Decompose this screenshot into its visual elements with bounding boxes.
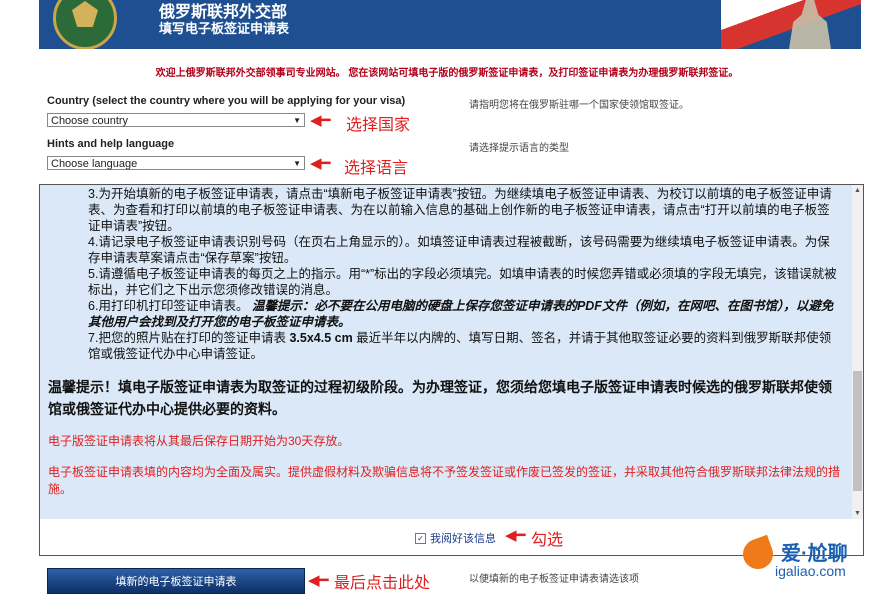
country-select[interactable]: Choose country ▼ — [47, 113, 305, 127]
list-item: 7.把您的照片贴在打印的签证申请表 3.5x4.5 cm 最近半年以内牌的、填写… — [88, 331, 832, 361]
dropdown-arrow-icon: ▼ — [293, 116, 301, 125]
language-select-value: Choose language — [51, 158, 138, 170]
list-item: 3.为开始填新的电子板签证申请表，请点击“填新电子板签证申请表”按钮。为继续填电… — [88, 187, 832, 233]
submit-hint: 以便填新的电子板签证申请表请选该项 — [469, 574, 639, 585]
instruction-list: 3.为开始填新的电子板签证申请表，请点击“填新电子板签证申请表”按钮。为继续填电… — [88, 186, 840, 362]
agree-checkbox[interactable]: ✓ — [415, 532, 426, 544]
language-hint: 请选择提示语言的类型 — [469, 143, 569, 154]
annotation-arrow-icon: ◀━ — [308, 572, 329, 589]
list-item: 4.请记录电子板签证申请表识别号码（在页右上角显示的）。如填签证申请表过程被截断… — [88, 235, 830, 265]
country-select-value: Choose country — [51, 115, 129, 127]
language-label: Hints and help language — [47, 138, 175, 150]
country-hint: 请指明您将在俄罗斯驻哪一个国家使领馆取签证。 — [469, 100, 689, 111]
instructions-scroll-area[interactable]: 3.为开始填新的电子板签证申请表，请点击“填新电子板签证申请表”按钮。为继续填电… — [40, 185, 852, 519]
retention-notice: 电子版签证申请表将从其最后保存日期开始为30天存放。 — [48, 434, 350, 448]
warning-text: 温馨提示！填电子版签证申请表为取签证的过程初级阶段。为办理签证，您须给您填电子版… — [48, 379, 832, 417]
instructions-panel: 3.为开始填新的电子板签证申请表，请点击“填新电子板签证申请表”按钮。为继续填电… — [39, 184, 864, 556]
watermark: 爱·尬聊 igaliao.com — [735, 534, 885, 585]
header-banner: 俄罗斯联邦外交部 填写电子板签证申请表 — [39, 0, 861, 49]
agree-label[interactable]: 我阅好该信息 — [430, 530, 496, 546]
watermark-url: igaliao.com — [775, 563, 846, 579]
country-label: Country (select the country where you wi… — [47, 95, 406, 107]
submit-annotation: 最后点击此处 — [334, 575, 431, 592]
truthfulness-notice: 电子板签证申请表填的内容均为全面及属实。提供虚假材料及欺骗信息将不予签发签证或作… — [48, 465, 841, 496]
language-annotation: 选择语言 — [344, 160, 409, 177]
scroll-down-icon[interactable]: ▼ — [852, 508, 863, 519]
watermark-brand: 爱·尬聊 — [781, 543, 848, 565]
header-subtitle: 填写电子板签证申请表 — [159, 21, 290, 36]
new-application-button[interactable]: 填新的电子板签证申请表 — [47, 568, 305, 594]
scrollbar-thumb[interactable] — [853, 371, 862, 491]
list-item: 6.用打印机打印签证申请表。 温馨提示：必不要在公用电脑的硬盘上保存您签证申请表… — [88, 299, 834, 329]
dropdown-arrow-icon: ▼ — [293, 159, 301, 168]
scrollbar[interactable]: ▲ ▼ — [852, 185, 863, 519]
language-select[interactable]: Choose language ▼ — [47, 156, 305, 170]
agree-row: ✓ 我阅好该信息 — [415, 530, 496, 546]
list-item: 5.请遵循电子板签证申请表的每页之上的指示。用“*”标出的字段必须填完。如填申请… — [88, 267, 837, 297]
ministry-emblem-icon — [53, 0, 117, 49]
annotation-arrow-icon: ◀━ — [310, 155, 331, 172]
country-annotation: 选择国家 — [346, 117, 411, 134]
scroll-up-icon[interactable]: ▲ — [852, 185, 863, 196]
annotation-arrow-icon: ◀━ — [505, 527, 526, 544]
annotation-arrow-icon: ◀━ — [310, 112, 331, 129]
welcome-text: 欢迎上俄罗斯联邦外交部领事司专业网站。 您在该网站可填电子版的俄罗斯签证申请表，… — [155, 68, 739, 79]
agree-annotation: 勾选 — [531, 532, 564, 549]
watermark-logo-icon — [738, 534, 778, 574]
